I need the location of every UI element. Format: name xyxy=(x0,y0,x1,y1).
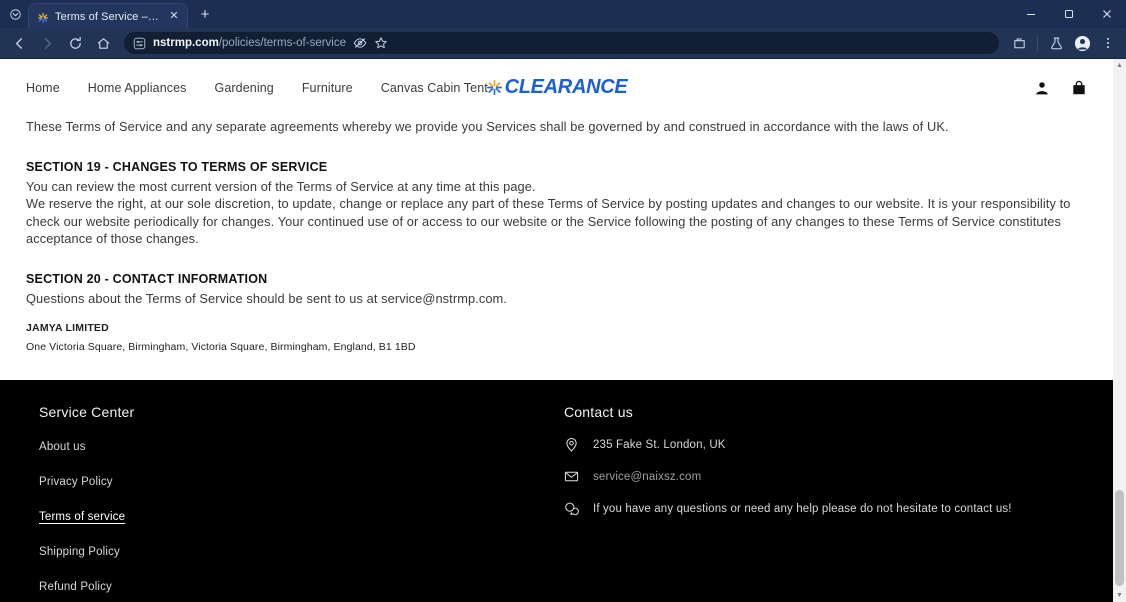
close-button[interactable] xyxy=(1088,0,1126,28)
maximize-button[interactable] xyxy=(1050,0,1088,28)
labs-flask-icon[interactable] xyxy=(1044,31,1068,55)
account-icon[interactable] xyxy=(1033,79,1050,96)
footer-contact: Contact us 235 Fake St. London, UK servi… xyxy=(564,404,1074,602)
browser-toolbar: nstrmp.com/policies/terms-of-service xyxy=(0,28,1126,59)
site-logo[interactable]: CLEARANCE xyxy=(462,76,652,99)
footer-contact-title: Contact us xyxy=(564,404,633,420)
minimize-button[interactable] xyxy=(1012,0,1050,28)
url-path: /policies/terms-of-service xyxy=(218,37,346,49)
list-item: Terms of service xyxy=(39,507,564,525)
url-text: nstrmp.com/policies/terms-of-service xyxy=(153,37,346,49)
tab-close-icon[interactable]: ✕ xyxy=(167,10,181,24)
footer-service-links: About us Privacy Policy Terms of service… xyxy=(39,437,564,602)
envelope-icon xyxy=(564,469,579,484)
scroll-down-arrow[interactable]: ▼ xyxy=(1113,589,1126,602)
footer-link-privacy-policy[interactable]: Privacy Policy xyxy=(39,476,113,488)
spark-favicon-icon xyxy=(37,11,49,23)
logo-text: CLEARANCE xyxy=(504,76,628,98)
site-settings-icon[interactable] xyxy=(132,36,146,50)
browser-window: Terms of Service – NSTRMP ✕ + xyxy=(0,0,1126,602)
forward-button[interactable] xyxy=(34,30,60,56)
nav-item-home-appliances[interactable]: Home Appliances xyxy=(88,81,187,95)
footer-service-center: Service Center About us Privacy Policy T… xyxy=(39,404,564,602)
browser-essentials-icon[interactable] xyxy=(1007,31,1031,55)
cart-bag-icon[interactable] xyxy=(1070,79,1087,96)
intro-paragraph: These Terms of Service and any separate … xyxy=(26,119,949,134)
list-item: service@naixsz.com xyxy=(564,469,1074,484)
more-menu-icon[interactable] xyxy=(1096,31,1120,55)
site-footer: Service Center About us Privacy Policy T… xyxy=(0,380,1113,602)
legal-company-address: One Victoria Square, Birmingham, Victori… xyxy=(26,341,416,353)
footer-email-text[interactable]: service@naixsz.com xyxy=(593,471,701,483)
list-item: Refund Policy xyxy=(39,577,564,595)
toolbar-divider xyxy=(1037,35,1038,51)
section-19-paragraph-1: You can review the most current version … xyxy=(26,178,536,194)
address-bar[interactable]: nstrmp.com/policies/terms-of-service xyxy=(124,32,999,54)
home-button[interactable] xyxy=(90,30,116,56)
tracking-protection-icon[interactable] xyxy=(353,36,367,50)
footer-columns: Service Center About us Privacy Policy T… xyxy=(0,404,1113,602)
nav-item-home[interactable]: Home xyxy=(26,81,60,95)
legal-company-name: JAMYA LIMITED xyxy=(26,322,109,334)
section-20-heading: SECTION 20 - CONTACT INFORMATION xyxy=(26,271,268,286)
footer-service-title: Service Center xyxy=(39,404,135,420)
back-button[interactable] xyxy=(6,30,32,56)
scroll-up-arrow[interactable]: ▲ xyxy=(1113,59,1126,72)
footer-link-terms-of-service[interactable]: Terms of service xyxy=(39,511,125,523)
page-viewport: Home Home Appliances Gardening Furniture… xyxy=(0,59,1126,602)
section-19-paragraph-2: We reserve the right, at our sole discre… xyxy=(26,196,1071,246)
location-pin-icon xyxy=(564,437,579,452)
footer-link-about-us[interactable]: About us xyxy=(39,441,86,453)
list-item: Shipping Policy xyxy=(39,542,564,560)
section-19-heading: SECTION 19 - CHANGES TO TERMS OF SERVICE xyxy=(26,159,328,174)
list-item: About us xyxy=(39,437,564,455)
page-scrollbar[interactable]: ▲ ▼ xyxy=(1113,59,1126,602)
footer-link-shipping-policy[interactable]: Shipping Policy xyxy=(39,546,120,558)
list-item: If you have any questions or need any he… xyxy=(564,501,1074,516)
reload-button[interactable] xyxy=(62,30,88,56)
spark-icon xyxy=(486,79,503,96)
bookmark-star-icon[interactable] xyxy=(374,36,388,50)
url-host: nstrmp.com xyxy=(153,37,219,49)
main-navigation: Home Home Appliances Gardening Furniture… xyxy=(26,81,488,95)
list-item: 235 Fake St. London, UK xyxy=(564,437,1074,452)
footer-help-text: If you have any questions or need any he… xyxy=(593,502,1012,515)
site-header: Home Home Appliances Gardening Furniture… xyxy=(0,59,1113,116)
chat-bubbles-icon xyxy=(564,501,579,516)
profile-avatar-icon[interactable] xyxy=(1070,31,1094,55)
section-20-paragraph-1: Questions about the Terms of Service sho… xyxy=(26,290,507,306)
list-item: Privacy Policy xyxy=(39,472,564,490)
footer-link-refund-policy[interactable]: Refund Policy xyxy=(39,581,112,593)
scrollbar-thumb[interactable] xyxy=(1115,490,1124,586)
browser-tab[interactable]: Terms of Service – NSTRMP ✕ xyxy=(28,3,188,29)
header-icons xyxy=(1033,79,1087,96)
new-tab-button[interactable]: + xyxy=(192,1,218,27)
window-controls xyxy=(1012,0,1126,28)
footer-contact-list: 235 Fake St. London, UK service@naixsz.c xyxy=(564,437,1074,516)
nav-item-gardening[interactable]: Gardening xyxy=(215,81,274,95)
tab-title: Terms of Service – NSTRMP xyxy=(55,10,161,23)
nav-item-furniture[interactable]: Furniture xyxy=(302,81,353,95)
tab-strip: Terms of Service – NSTRMP ✕ + xyxy=(0,0,1126,29)
page-content: These Terms of Service and any separate … xyxy=(0,118,1113,367)
web-page: Home Home Appliances Gardening Furniture… xyxy=(0,59,1113,602)
footer-address-text: 235 Fake St. London, UK xyxy=(593,438,726,451)
tab-search-button[interactable] xyxy=(2,1,28,27)
